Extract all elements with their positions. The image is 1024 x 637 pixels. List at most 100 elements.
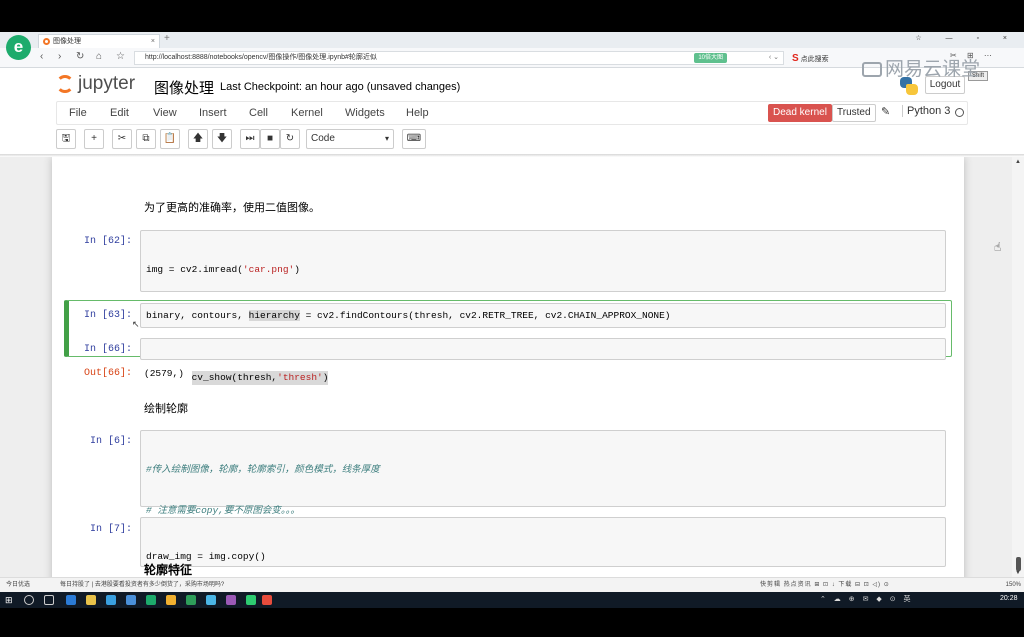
browser-tab[interactable]: 图像处理 ×	[38, 34, 160, 48]
scrollbar-thumb[interactable]	[1016, 557, 1021, 571]
status-tools[interactable]: 快剪辑 热点资讯 ⊞ ⊡ ↓ 下载 ⊟ ⊡ ◁) ⊙	[760, 578, 890, 592]
browser-logo-icon[interactable]: e	[6, 35, 31, 60]
trusted-badge[interactable]: Trusted	[832, 104, 876, 122]
markdown-cell-1[interactable]: 为了更高的准确率，使用二值图像。	[144, 199, 320, 215]
notebook-title[interactable]: 图像处理	[154, 77, 214, 98]
app-icon[interactable]	[226, 595, 236, 605]
home-icon[interactable]: ⌂	[96, 51, 102, 62]
browser-status-bar: 今日优选 每日持股了 | 去港股要看投资者有多少倒货了，采购市场明吗? 快剪辑 …	[0, 577, 1024, 592]
code-line: img = cv2.imread('car.png')	[146, 264, 300, 275]
app-icon[interactable]	[206, 595, 216, 605]
paste-cell-button[interactable]: 📋	[160, 129, 180, 149]
notebook-page: 为了更高的准确率，使用二值图像。 In [62]: img = cv2.imre…	[52, 157, 964, 577]
cell-66-output: (2579,)	[144, 368, 184, 379]
back-icon[interactable]: ‹	[40, 51, 43, 62]
app-icon[interactable]	[186, 595, 196, 605]
markdown-cell-2[interactable]: 绘制轮廓	[144, 400, 188, 416]
move-down-button[interactable]: 🡇	[212, 129, 232, 149]
interrupt-button[interactable]: ■	[260, 129, 280, 149]
windows-start-icon[interactable]: ⊞	[5, 595, 15, 605]
file-explorer-icon[interactable]	[86, 595, 96, 605]
kernel-status-icon	[955, 108, 964, 117]
folder-icon[interactable]	[166, 595, 176, 605]
jupyter-logo[interactable]: jupyter	[56, 73, 146, 97]
code-cell-6[interactable]: #传入绘制图像，轮廓，轮廓索引，颜色模式，线条厚度 # 注意需要copy,要不原…	[140, 430, 946, 556]
edge-icon[interactable]	[66, 595, 76, 605]
status-left[interactable]: 今日优选	[6, 578, 30, 592]
close-tab-icon[interactable]: ×	[151, 35, 155, 48]
in-prompt-62: In [62]:	[83, 236, 132, 247]
menu-cell[interactable]: Cell	[249, 107, 268, 119]
in-prompt-66: In [66]:	[83, 344, 132, 355]
move-up-button[interactable]: 🡅	[188, 129, 208, 149]
system-tray[interactable]: ⌃ ☁ ⊕ ✉ ◆ ⊙ 英	[820, 594, 914, 604]
heading-contour-features[interactable]: 轮廓特征	[144, 561, 192, 577]
task-view-icon[interactable]	[44, 595, 54, 605]
code-comment: # 注意需要copy,要不原图会变。。。	[146, 504, 300, 516]
vertical-scrollbar[interactable]: ▲ ▼	[1012, 157, 1024, 577]
zoom-level[interactable]: 150%	[1006, 578, 1021, 592]
menu-file[interactable]: File	[69, 107, 87, 119]
taskbar-clock[interactable]: 20:28	[1000, 595, 1018, 602]
app-icon[interactable]	[246, 595, 256, 605]
menu-view[interactable]: View	[153, 107, 177, 119]
out-prompt-66: Out[66]:	[83, 368, 132, 379]
windows-taskbar: ⊞ ⌃ ☁ ⊕ ✉ ◆ ⊙ 英 20:28	[0, 592, 1024, 608]
browser-tab-bar: 图像处理 × + ☆ — ▫ ×	[0, 32, 1024, 48]
code-cell-7[interactable]: draw_img = img.copy() res = cv2.drawCont…	[140, 517, 946, 567]
cell-type-select[interactable]: Code ▾	[306, 129, 394, 149]
chevron-down-icon: ▾	[384, 134, 389, 143]
watermark-icon	[862, 62, 882, 78]
status-news[interactable]: 每日持股了 | 去港股要看投资者有多少倒货了，采购市场明吗?	[60, 578, 224, 592]
insert-cell-button[interactable]: +	[84, 129, 104, 149]
checkpoint-status: Last Checkpoint: an hour ago (unsaved ch…	[220, 81, 461, 93]
code-line: cv_show(thresh,'thresh')	[191, 371, 329, 385]
reload-icon[interactable]: ↻	[76, 51, 84, 62]
menu-insert[interactable]: Insert	[199, 107, 227, 119]
menu-edit[interactable]: Edit	[110, 107, 129, 119]
url-text: http://localhost:8888/notebooks/opencv/图…	[145, 54, 377, 61]
menu-help[interactable]: Help	[406, 107, 429, 119]
menu-kernel[interactable]: Kernel	[291, 107, 323, 119]
watermark: 网易云课堂	[862, 54, 980, 80]
cut-cell-button[interactable]: ✂	[112, 129, 132, 149]
command-palette-button[interactable]: ⌨	[402, 129, 426, 149]
search-box[interactable]: S 点此搜索	[792, 52, 870, 65]
restart-button[interactable]: ↻	[280, 129, 300, 149]
mouse-pointer-icon: ↖	[132, 319, 140, 329]
cell-type-value: Code	[311, 133, 335, 144]
share-icon[interactable]: ‹ ⌄	[769, 52, 779, 64]
sogou-icon: S	[792, 53, 799, 64]
menu-widgets[interactable]: Widgets	[345, 107, 385, 119]
app-icon[interactable]	[262, 595, 272, 605]
dead-kernel-badge[interactable]: Dead kernel	[768, 104, 832, 122]
notebook-toolbar: 🖫 + ✂ ⧉ 📋 🡅 🡇 ⏭ ■ ↻ Code ▾ ⌨	[56, 129, 968, 153]
zoom-badge[interactable]: 10倍大图	[694, 53, 727, 63]
jupyter-ring-icon	[56, 75, 74, 93]
save-button[interactable]: 🖫	[56, 129, 76, 149]
code-comment: #传入绘制图像，轮廓，轮廓索引，颜色模式，线条厚度	[146, 464, 380, 475]
hand-cursor-icon: ☝	[994, 240, 1002, 254]
jupyter-logo-text: jupyter	[78, 73, 136, 94]
code-line: draw_img = img.copy()	[146, 551, 266, 562]
favorite-icon[interactable]: ☆	[116, 51, 125, 62]
scroll-up-icon[interactable]: ▲	[1015, 159, 1021, 165]
copy-cell-button[interactable]: ⧉	[136, 129, 156, 149]
code-cell-66-editor[interactable]	[140, 338, 946, 360]
store-icon[interactable]	[106, 595, 116, 605]
tab-title: 图像处理	[53, 38, 81, 45]
new-tab-button[interactable]: +	[164, 33, 170, 44]
run-button[interactable]: ⏭	[240, 129, 260, 149]
notebook-area: 为了更高的准确率，使用二值图像。 In [62]: img = cv2.imre…	[0, 157, 1024, 577]
window-controls[interactable]: ☆ — ▫ ×	[915, 34, 1018, 42]
edit-mode-pencil-icon: ✎	[881, 106, 891, 118]
address-bar[interactable]: http://localhost:8888/notebooks/opencv/图…	[134, 51, 784, 65]
browser-taskbar-icon[interactable]	[146, 595, 156, 605]
kernel-name: Python 3	[902, 105, 950, 117]
search-icon[interactable]	[24, 595, 34, 605]
scroll-down-icon[interactable]: ▼	[1015, 570, 1021, 576]
code-cell-62[interactable]: img = cv2.imread('car.png') gray = cv2.c…	[140, 230, 946, 385]
mail-icon[interactable]	[126, 595, 136, 605]
forward-icon[interactable]: ›	[58, 51, 61, 62]
in-prompt-6: In [6]:	[89, 436, 132, 447]
